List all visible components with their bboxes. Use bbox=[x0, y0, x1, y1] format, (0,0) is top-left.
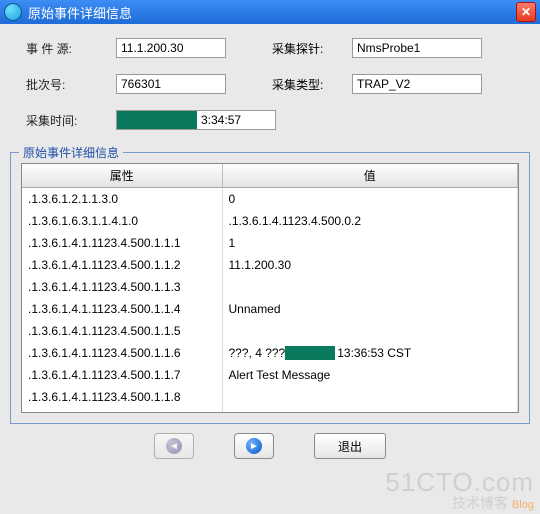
cell-value bbox=[222, 408, 518, 412]
redacted-block bbox=[117, 111, 197, 129]
detail-table-head: 属性 值 bbox=[22, 164, 518, 188]
detail-table-body: .1.3.6.1.2.1.1.3.00.1.3.6.1.6.3.1.1.4.1.… bbox=[22, 188, 518, 412]
col-header-value[interactable]: 值 bbox=[222, 164, 518, 188]
label-batch: 批次号: bbox=[26, 76, 96, 93]
cell-value: Alert Test Message bbox=[222, 364, 518, 386]
cell-attr: .1.3.6.1.4.1.1123.4.500.1.1.8 bbox=[22, 386, 222, 408]
close-button[interactable]: ✕ bbox=[516, 2, 536, 22]
cell-value bbox=[222, 276, 518, 298]
next-icon: ► bbox=[246, 438, 262, 454]
prev-button[interactable]: ◄ bbox=[154, 433, 194, 459]
table-row[interactable]: .1.3.6.1.4.1.1123.4.500.1.1.7Alert Test … bbox=[22, 364, 518, 386]
cell-value: .1.3.6.1.4.1123.4.500.0.2 bbox=[222, 210, 518, 232]
next-button[interactable]: ► bbox=[234, 433, 274, 459]
label-probe: 采集探针: bbox=[272, 40, 332, 57]
exit-button[interactable]: 退出 bbox=[314, 433, 386, 459]
table-row[interactable]: .1.3.6.1.4.1.1123.4.500.1.1.4Unnamed bbox=[22, 298, 518, 320]
cell-value bbox=[222, 386, 518, 408]
table-row[interactable]: .1.3.6.1.4.1.1123.4.500.1.1.3 bbox=[22, 276, 518, 298]
table-row[interactable]: .1.3.6.1.6.3.1.1.4.1.0.1.3.6.1.4.1123.4.… bbox=[22, 210, 518, 232]
cell-attr: .1.3.6.1.6.3.1.1.4.1.0 bbox=[22, 210, 222, 232]
col-header-attr[interactable]: 属性 bbox=[22, 164, 222, 188]
groupbox-legend: 原始事件详细信息 bbox=[19, 144, 123, 161]
cell-attr: .1.3.6.1.4.1.1123.4.500.1.1.7 bbox=[22, 364, 222, 386]
table-scroll[interactable]: .1.3.6.1.2.1.1.3.00.1.3.6.1.6.3.1.1.4.1.… bbox=[22, 188, 518, 412]
cell-attr: .1.3.6.1.4.1.1123.4.500.1.1.5 bbox=[22, 320, 222, 342]
table-row[interactable]: .1.3.6.1.4.1.1123.4.500.1.1.5 bbox=[22, 320, 518, 342]
detail-groupbox: 原始事件详细信息 属性 值 .1.3.6.1.2.1.1.3.00.1.3.6.… bbox=[10, 152, 530, 424]
detail-table-wrap: 属性 值 .1.3.6.1.2.1.1.3.00.1.3.6.1.6.3.1.1… bbox=[21, 163, 519, 413]
table-row[interactable]: .1.3.6.1.4.1.1123.4.500.1.1.211.1.200.30 bbox=[22, 254, 518, 276]
label-time: 采集时间: bbox=[26, 112, 96, 129]
label-type: 采集类型: bbox=[272, 76, 332, 93]
cell-value: 1 bbox=[222, 232, 518, 254]
cell-value: 11.1.200.30 bbox=[222, 254, 518, 276]
field-batch[interactable]: 766301 bbox=[116, 74, 226, 94]
cell-value: Unnamed bbox=[222, 298, 518, 320]
cell-attr: .1.3.6.1.4.1.1123.4.500.1.1.1 bbox=[22, 232, 222, 254]
form-area: 事 件 源: 11.1.200.30 采集探针: NmsProbe1 批次号: … bbox=[0, 24, 540, 152]
cell-attr: .1.3.6.1.4.1.1123.4.500.1.1.6 bbox=[22, 342, 222, 364]
label-source: 事 件 源: bbox=[26, 40, 96, 57]
cell-attr: .1.3.6.1.2.1.1.3.0 bbox=[22, 188, 222, 210]
close-icon: ✕ bbox=[521, 6, 531, 18]
cell-value: 0 bbox=[222, 188, 518, 210]
cell-value: ???, 4 ???13:36:53 CST bbox=[222, 342, 518, 364]
cell-attr: .1.3.6.1.4.1.1123.4.500.1.1.3 bbox=[22, 276, 222, 298]
table-row[interactable]: .1.3.6.1.4.1.1123.4.500.1.1.8 bbox=[22, 386, 518, 408]
title-bar: 原始事件详细信息 ✕ bbox=[0, 0, 540, 24]
cell-attr: .1.3.6.1.4.1.1123.4.500.1.1.2 bbox=[22, 254, 222, 276]
cell-attr: .1.3.6.1.4.1.1123.4.500.1.1.4 bbox=[22, 298, 222, 320]
app-icon bbox=[4, 3, 22, 21]
field-type[interactable]: TRAP_V2 bbox=[352, 74, 482, 94]
table-row[interactable]: .1.3.6.1.4.1.1123.4.500.1.1.11 bbox=[22, 232, 518, 254]
cell-value bbox=[222, 320, 518, 342]
field-source[interactable]: 11.1.200.30 bbox=[116, 38, 226, 58]
field-probe[interactable]: NmsProbe1 bbox=[352, 38, 482, 58]
table-row[interactable]: .1.3.6.1.4.1.1123.4.500.1.1.9 bbox=[22, 408, 518, 412]
table-row[interactable]: .1.3.6.1.2.1.1.3.00 bbox=[22, 188, 518, 210]
prev-icon: ◄ bbox=[166, 438, 182, 454]
footer-bar: ◄ ► 退出 bbox=[0, 428, 540, 464]
window-title: 原始事件详细信息 bbox=[28, 3, 510, 22]
field-time[interactable]: 3:34:57 bbox=[116, 110, 276, 130]
table-row[interactable]: .1.3.6.1.4.1.1123.4.500.1.1.6???, 4 ???1… bbox=[22, 342, 518, 364]
cell-attr: .1.3.6.1.4.1.1123.4.500.1.1.9 bbox=[22, 408, 222, 412]
watermark: 51CTO.com 技术博客Blog bbox=[385, 469, 534, 512]
redacted-block bbox=[285, 346, 335, 360]
